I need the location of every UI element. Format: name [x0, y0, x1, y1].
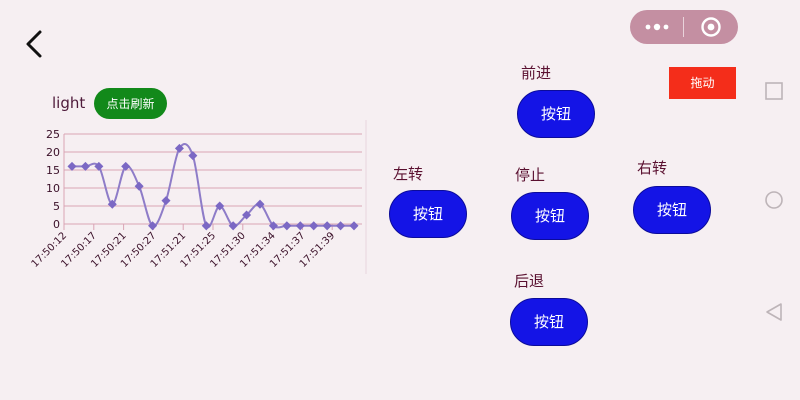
light-line-chart: 051015202517:50:1217:50:1717:50:2117:50:… — [30, 120, 367, 274]
y-tick-label: 10 — [46, 182, 60, 195]
forward-button[interactable]: 按钮 — [517, 90, 595, 138]
data-point — [295, 221, 305, 231]
target-circle-icon — [701, 17, 721, 37]
y-tick-label: 5 — [53, 200, 60, 213]
chart-series-label: light — [52, 94, 86, 112]
refresh-button[interactable]: 点击刷新 — [94, 88, 167, 119]
turn-left-button[interactable]: 按钮 — [389, 190, 467, 238]
more-dots-icon — [645, 23, 668, 31]
backward-button[interactable]: 按钮 — [510, 298, 588, 346]
data-point — [161, 196, 171, 206]
data-point — [134, 181, 144, 191]
chevron-left-icon — [26, 30, 42, 58]
forward-label: 前进 — [521, 64, 552, 82]
system-navigation-bar — [750, 60, 800, 360]
stop-label: 停止 — [515, 166, 546, 184]
turn-right-label: 右转 — [637, 159, 668, 177]
mini-program-capsule — [630, 10, 738, 44]
back-button[interactable] — [20, 24, 56, 64]
stop-button[interactable]: 按钮 — [511, 192, 589, 240]
square-recent-icon[interactable] — [764, 81, 784, 101]
backward-label: 后退 — [514, 272, 545, 290]
data-point — [336, 221, 346, 231]
drag-button[interactable]: 拖动 — [669, 67, 736, 99]
y-tick-label: 20 — [46, 146, 60, 159]
y-tick-label: 0 — [53, 218, 60, 231]
series-line — [72, 143, 354, 229]
close-button[interactable] — [684, 10, 738, 44]
data-point — [349, 221, 359, 231]
data-point — [148, 221, 158, 231]
turn-right-button[interactable]: 按钮 — [633, 186, 711, 234]
data-point — [322, 221, 332, 231]
y-tick-label: 25 — [46, 128, 60, 141]
y-tick-label: 15 — [46, 164, 60, 177]
data-point — [201, 221, 211, 231]
more-button[interactable] — [630, 10, 683, 44]
data-point — [309, 221, 319, 231]
turn-left-label: 左转 — [393, 165, 424, 183]
data-point — [282, 221, 292, 231]
circle-home-icon[interactable] — [764, 190, 784, 210]
triangle-back-icon[interactable] — [764, 302, 784, 322]
